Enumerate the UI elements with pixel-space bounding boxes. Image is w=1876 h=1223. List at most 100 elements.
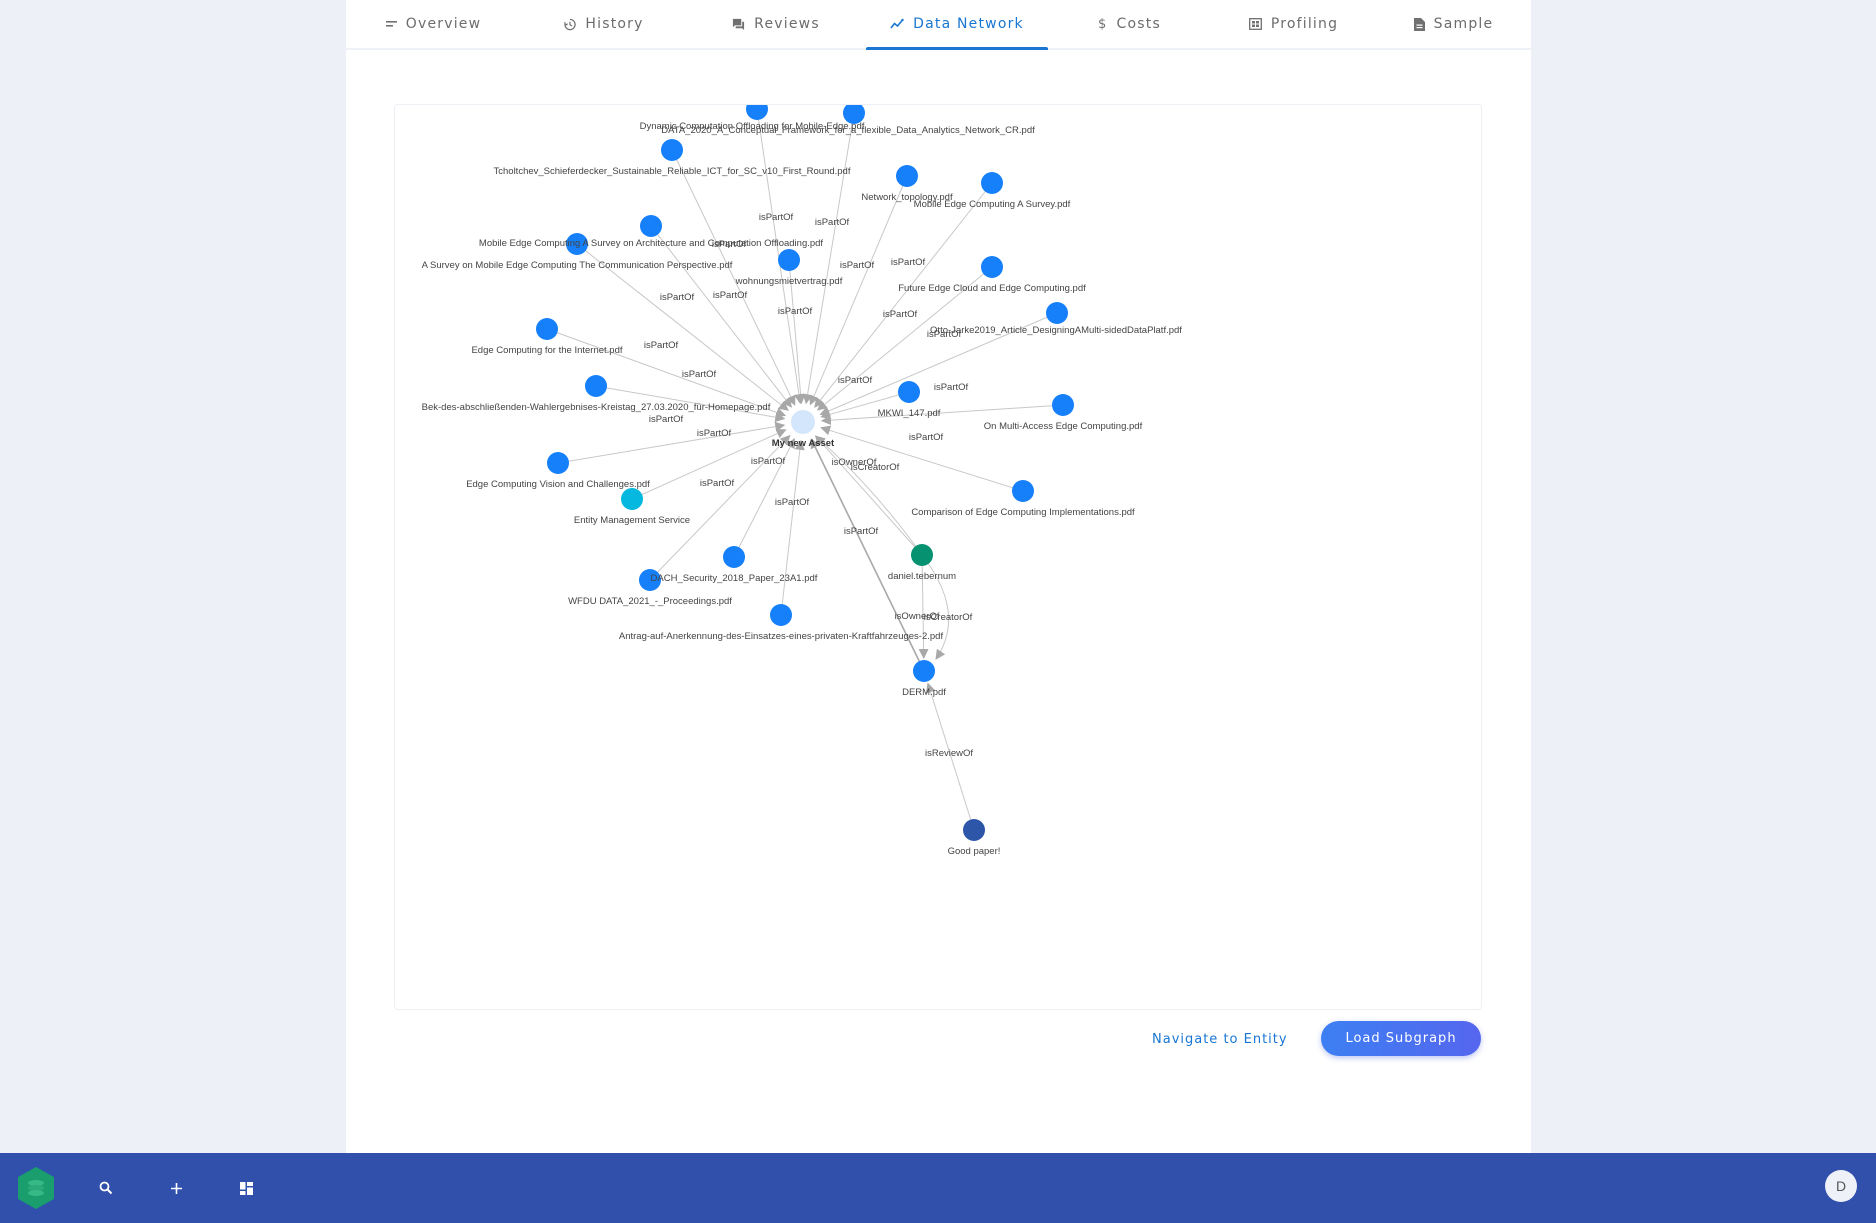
overview-icon xyxy=(385,20,397,28)
graph-node-document[interactable] xyxy=(585,375,607,397)
data-network-graph[interactable]: isPartOf isPartOf isPartOf isPartOf isPartOf… xyxy=(394,104,1482,1010)
main-panel: Overview History Reviews Data Network $ … xyxy=(346,0,1531,1153)
graph-node-document[interactable] xyxy=(896,165,918,187)
tab-costs[interactable]: $ Costs xyxy=(1048,0,1211,48)
edge-label: isPartOf xyxy=(649,414,684,425)
tab-label: Reviews xyxy=(754,16,820,32)
edge-label: isPartOf xyxy=(697,428,732,439)
graph-node-document[interactable] xyxy=(661,139,683,161)
node-label: DERM.pdf xyxy=(902,687,946,698)
node-label: Comparison of Edge Computing Implementat… xyxy=(911,507,1135,518)
edge-label: isPartOf xyxy=(700,478,735,489)
dashboard-button[interactable] xyxy=(232,1153,260,1223)
graph-node-document[interactable] xyxy=(640,215,662,237)
node-label: daniel.tebernum xyxy=(888,571,956,582)
node-label: Edge Computing for the Internet.pdf xyxy=(471,345,622,356)
load-subgraph-button[interactable]: Load Subgraph xyxy=(1321,1021,1481,1056)
graph-node-document[interactable] xyxy=(981,256,1003,278)
tab-overview[interactable]: Overview xyxy=(346,0,521,48)
graph-node-user[interactable] xyxy=(911,544,933,566)
edge-label: isPartOf xyxy=(891,257,926,268)
graph-edge[interactable] xyxy=(802,112,855,405)
graph-node-document[interactable] xyxy=(898,381,920,403)
node-label: Otto-Jarke2019_Article_DesigningAMulti-s… xyxy=(930,325,1182,336)
reviews-icon xyxy=(732,18,745,31)
tab-data-network[interactable]: Data Network xyxy=(866,0,1048,50)
dashboard-icon xyxy=(239,1181,253,1195)
graph-node-document[interactable] xyxy=(723,546,745,568)
app-logo[interactable] xyxy=(14,1153,58,1223)
graph-canvas[interactable]: isPartOf isPartOf isPartOf isPartOf isPartOf… xyxy=(395,105,1481,1009)
node-label: MKWI_147.pdf xyxy=(878,408,941,419)
graph-node-document[interactable] xyxy=(1012,480,1034,502)
edge-label: isPartOf xyxy=(934,382,969,393)
tab-label: Overview xyxy=(405,16,482,32)
node-label: Future Edge Cloud and Edge Computing.pdf xyxy=(898,283,1086,294)
edge-label: isReviewOf xyxy=(925,748,973,759)
node-label: A Survey on Mobile Edge Computing The Co… xyxy=(422,260,733,271)
tab-label: History xyxy=(585,16,644,32)
tab-label: Data Network xyxy=(913,16,1024,32)
edge-label: isPartOf xyxy=(844,526,879,537)
graph-node-document[interactable] xyxy=(770,604,792,626)
node-label: wohnungsmietvertrag.pdf xyxy=(735,276,843,287)
edge-label: isPartOf xyxy=(713,290,748,301)
edge-label: isPartOf xyxy=(838,375,873,386)
document-icon xyxy=(1413,17,1425,31)
node-label: Tcholtchev_Schieferdecker_Sustainable_Re… xyxy=(494,166,851,177)
edge-label: isPartOf xyxy=(751,456,786,467)
add-icon xyxy=(170,1182,182,1194)
graph-node-document[interactable] xyxy=(981,172,1003,194)
node-label: Entity Management Service xyxy=(574,515,690,526)
graph-node-document[interactable] xyxy=(746,105,768,120)
graph-node-document[interactable] xyxy=(536,318,558,340)
search-icon xyxy=(99,1181,113,1195)
graph-node-document[interactable] xyxy=(778,249,800,271)
graph-node-document[interactable] xyxy=(1052,394,1074,416)
edge-label: isPartOf xyxy=(759,212,794,223)
navigate-to-entity-button[interactable]: Navigate to Entity xyxy=(1152,1032,1288,1047)
edge-label: isCreatorOf xyxy=(924,612,973,623)
node-label: Bek-des-abschließenden-Wahlergebnises-Kr… xyxy=(422,402,771,413)
node-label: DACH_Security_2018_Paper_23A1.pdf xyxy=(651,573,818,584)
node-label: DATA_2020_A_Conceptual_Framework_for_a_f… xyxy=(661,125,1035,136)
tab-sample[interactable]: Sample xyxy=(1376,0,1531,48)
tab-label: Costs xyxy=(1116,16,1161,32)
add-button[interactable] xyxy=(162,1153,190,1223)
graph-node-document[interactable] xyxy=(1046,302,1068,324)
tab-bar: Overview History Reviews Data Network $ … xyxy=(346,0,1531,50)
dollar-icon: $ xyxy=(1098,16,1108,32)
edge-label: isCreatorOf xyxy=(851,462,900,473)
tab-profiling[interactable]: Profiling xyxy=(1211,0,1376,48)
graph-node-central[interactable] xyxy=(791,410,815,434)
graph-node-service[interactable] xyxy=(621,488,643,510)
edge-label: isPartOf xyxy=(815,217,850,228)
tab-reviews[interactable]: Reviews xyxy=(686,0,866,48)
node-label: Mobile Edge Computing A Survey.pdf xyxy=(914,199,1071,210)
tab-label: Sample xyxy=(1433,16,1494,32)
edge-label: isPartOf xyxy=(660,292,695,303)
graph-node-document[interactable] xyxy=(913,660,935,682)
node-label: Edge Computing Vision and Challenges.pdf xyxy=(466,479,650,490)
edge-label: isPartOf xyxy=(909,432,944,443)
edge-label: isPartOf xyxy=(778,306,813,317)
tab-label: Profiling xyxy=(1270,16,1339,32)
profiling-icon xyxy=(1248,18,1262,30)
node-label: On Multi-Access Edge Computing.pdf xyxy=(984,421,1143,432)
logo-icon xyxy=(18,1167,54,1209)
graph-node-review[interactable] xyxy=(963,819,985,841)
edge-label: isPartOf xyxy=(682,369,717,380)
user-avatar[interactable]: D xyxy=(1825,1170,1857,1202)
graph-edge[interactable] xyxy=(820,404,1064,426)
node-label: Antrag-auf-Anerkennung-des-Einsatzes-ein… xyxy=(619,631,944,642)
edge-label: isPartOf xyxy=(840,260,875,271)
search-button[interactable] xyxy=(92,1153,120,1223)
edge-label: isPartOf xyxy=(775,497,810,508)
edge-label: isPartOf xyxy=(883,309,918,320)
data-network-icon xyxy=(890,18,904,30)
tab-history[interactable]: History xyxy=(521,0,686,48)
bottom-navigation-bar: D xyxy=(0,1153,1876,1223)
graph-node-document[interactable] xyxy=(547,452,569,474)
node-label: Good paper! xyxy=(948,846,1001,857)
node-label: Mobile Edge Computing A Survey on Archit… xyxy=(479,238,824,249)
